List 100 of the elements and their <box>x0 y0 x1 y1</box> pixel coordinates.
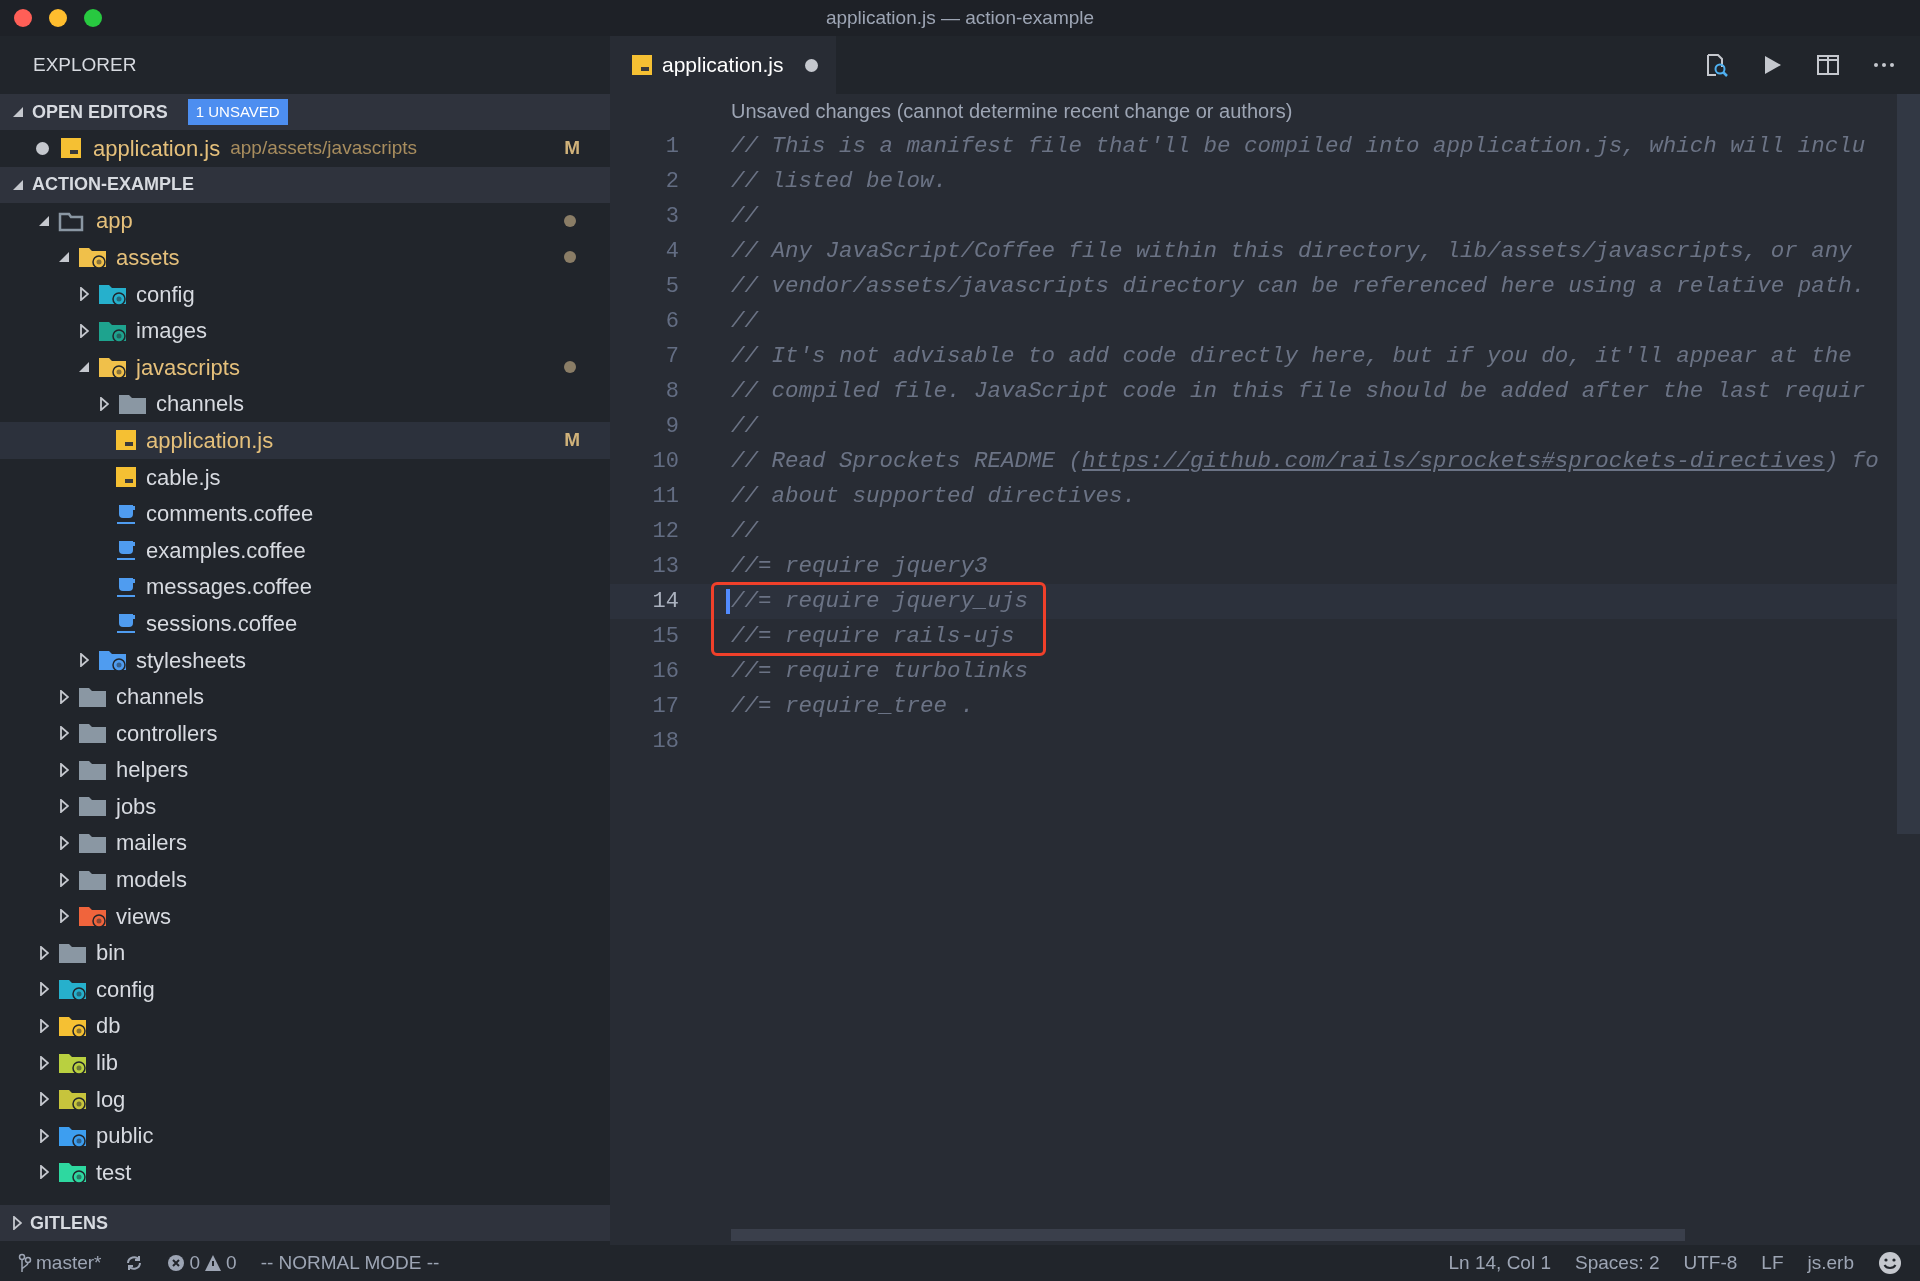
tree-item[interactable]: views <box>0 897 610 935</box>
status-item[interactable]: Spaces: 2 <box>1575 1248 1660 1278</box>
minimize-button[interactable] <box>49 9 67 27</box>
file-name: lib <box>96 1049 118 1078</box>
tree-item[interactable]: helpers <box>0 751 610 789</box>
tree-item[interactable]: config <box>0 971 610 1008</box>
line-number: 5 <box>664 273 680 301</box>
line-number: 15 <box>651 623 680 651</box>
section-header[interactable]: GITLENS <box>0 1205 610 1241</box>
tree-item[interactable]: sessions.coffee <box>0 605 610 642</box>
line-number: 11 <box>651 483 680 511</box>
status-item[interactable]: js.erb <box>1807 1248 1854 1278</box>
close-button[interactable] <box>14 9 32 27</box>
file-name: images <box>136 317 207 346</box>
window-title: application.js — action-example <box>825 5 1095 30</box>
file-name: channels <box>116 683 205 712</box>
file-name: sessions.coffee <box>146 609 298 638</box>
file-name: examples.coffee <box>146 536 306 565</box>
tree-item[interactable]: images <box>0 312 610 349</box>
tree-item[interactable]: assets <box>0 239 610 276</box>
code-comment: // vendor/assets/javascripts directory can be referenced here using a relative path. <box>731 272 1866 301</box>
file-name: db <box>96 1012 121 1041</box>
file-name: javascripts <box>136 353 240 382</box>
line-number: 2 <box>664 168 680 196</box>
open-editor-item[interactable]: application.js app/assets/javascripts M <box>0 130 610 167</box>
tree-item[interactable]: log <box>0 1080 610 1118</box>
line-number: 17 <box>651 693 680 721</box>
file-name: channels <box>156 390 245 419</box>
tree-item[interactable]: channels <box>0 678 610 715</box>
file-name: messages.coffee <box>146 573 312 602</box>
tree-item[interactable]: javascripts <box>0 348 610 386</box>
tree-item[interactable]: app <box>0 202 610 240</box>
section-header[interactable]: OPEN EDITORS 1 UNSAVED <box>0 94 610 130</box>
smiley-icon[interactable] <box>1878 1251 1902 1275</box>
section-title: ACTION-EXAMPLE <box>32 173 194 197</box>
editor-tab[interactable]: application.js <box>610 36 837 94</box>
tree-item[interactable]: models <box>0 861 610 898</box>
file-name: config <box>96 975 155 1004</box>
tree-item[interactable]: stylesheets <box>0 641 610 679</box>
git-status-label: M <box>564 428 580 453</box>
file-name: models <box>116 866 187 895</box>
line-number: 3 <box>664 203 680 231</box>
file-name: assets <box>116 244 180 272</box>
code-comment: //= require jquery3 <box>731 552 988 581</box>
tree-item[interactable]: config <box>0 275 610 313</box>
code-comment: // Read Sprockets README (https://github.com/rails/sprockets#sprockets-directives) fo <box>731 447 1879 476</box>
section-title: OPEN EDITORS <box>32 100 168 124</box>
tree-item[interactable]: channels <box>0 385 610 423</box>
file-name: mailers <box>116 829 187 858</box>
code-comment: // This is a manifest file that'll be compiled into application.js, which will inclu <box>731 132 1866 161</box>
file-name: application.js <box>93 134 221 163</box>
tree-item[interactable]: test <box>0 1154 610 1191</box>
tree-item[interactable]: db <box>0 1007 610 1045</box>
file-name: test <box>96 1158 132 1187</box>
file-icon <box>114 465 138 490</box>
status-item[interactable]: LF <box>1761 1248 1784 1278</box>
line-number: 18 <box>651 728 680 756</box>
search-file-icon[interactable] <box>1704 53 1728 78</box>
file-icon <box>114 428 138 453</box>
file-name: controllers <box>116 719 218 748</box>
tree-item[interactable]: mailers <box>0 824 610 862</box>
tree-item[interactable]: comments.coffee <box>0 495 610 532</box>
text-cursor <box>726 589 730 614</box>
tree-item[interactable]: jobs <box>0 788 610 825</box>
tree-item[interactable]: examples.coffee <box>0 531 610 569</box>
line-number: 13 <box>651 553 680 581</box>
split-editor-icon[interactable] <box>1816 53 1840 78</box>
tree-item[interactable]: lib <box>0 1044 610 1081</box>
cup-icon <box>114 611 138 636</box>
sidebar-title: EXPLORER <box>33 52 137 77</box>
tree-item[interactable]: messages.coffee <box>0 568 610 606</box>
file-name: comments.coffee <box>146 500 314 529</box>
code-comment: //= require jquery_ujs <box>731 587 1029 616</box>
tree-item[interactable]: controllers <box>0 714 610 752</box>
code-comment: // about supported directives. <box>731 482 1137 511</box>
tree-item[interactable]: bin <box>0 934 610 972</box>
file-path: app/assets/javascripts <box>230 136 418 161</box>
line-number: 9 <box>664 413 680 441</box>
branch-button[interactable]: master* <box>18 1248 102 1278</box>
sync-icon[interactable] <box>125 1254 144 1272</box>
maximize-button[interactable] <box>84 9 102 27</box>
tree-item[interactable]: cable.js <box>0 458 610 496</box>
code-comment: // <box>731 412 758 441</box>
status-item[interactable]: UTF-8 <box>1683 1248 1738 1278</box>
section-title: GITLENS <box>30 1211 108 1235</box>
section-header[interactable]: ACTION-EXAMPLE <box>0 166 610 203</box>
file-name: log <box>96 1085 126 1114</box>
vim-mode: -- NORMAL MODE -- <box>260 1250 440 1275</box>
line-number: 8 <box>664 378 680 406</box>
code-comment: // listed below. <box>731 167 948 196</box>
status-item[interactable]: Ln 14, Col 1 <box>1448 1248 1551 1278</box>
line-number: 4 <box>664 238 680 266</box>
scrollbar-thumb[interactable] <box>1897 94 1920 834</box>
tree-item[interactable]: public <box>0 1117 610 1155</box>
code-comment: // <box>731 517 758 546</box>
problems-button[interactable]: 0 0 <box>167 1248 237 1278</box>
line-number: 14 <box>651 588 680 616</box>
file-name: public <box>96 1122 154 1151</box>
tree-item[interactable]: application.js M <box>0 422 610 459</box>
code-comment: // Any JavaScript/Coffee file within this directory, lib/assets/javascripts, or any <box>731 237 1852 266</box>
